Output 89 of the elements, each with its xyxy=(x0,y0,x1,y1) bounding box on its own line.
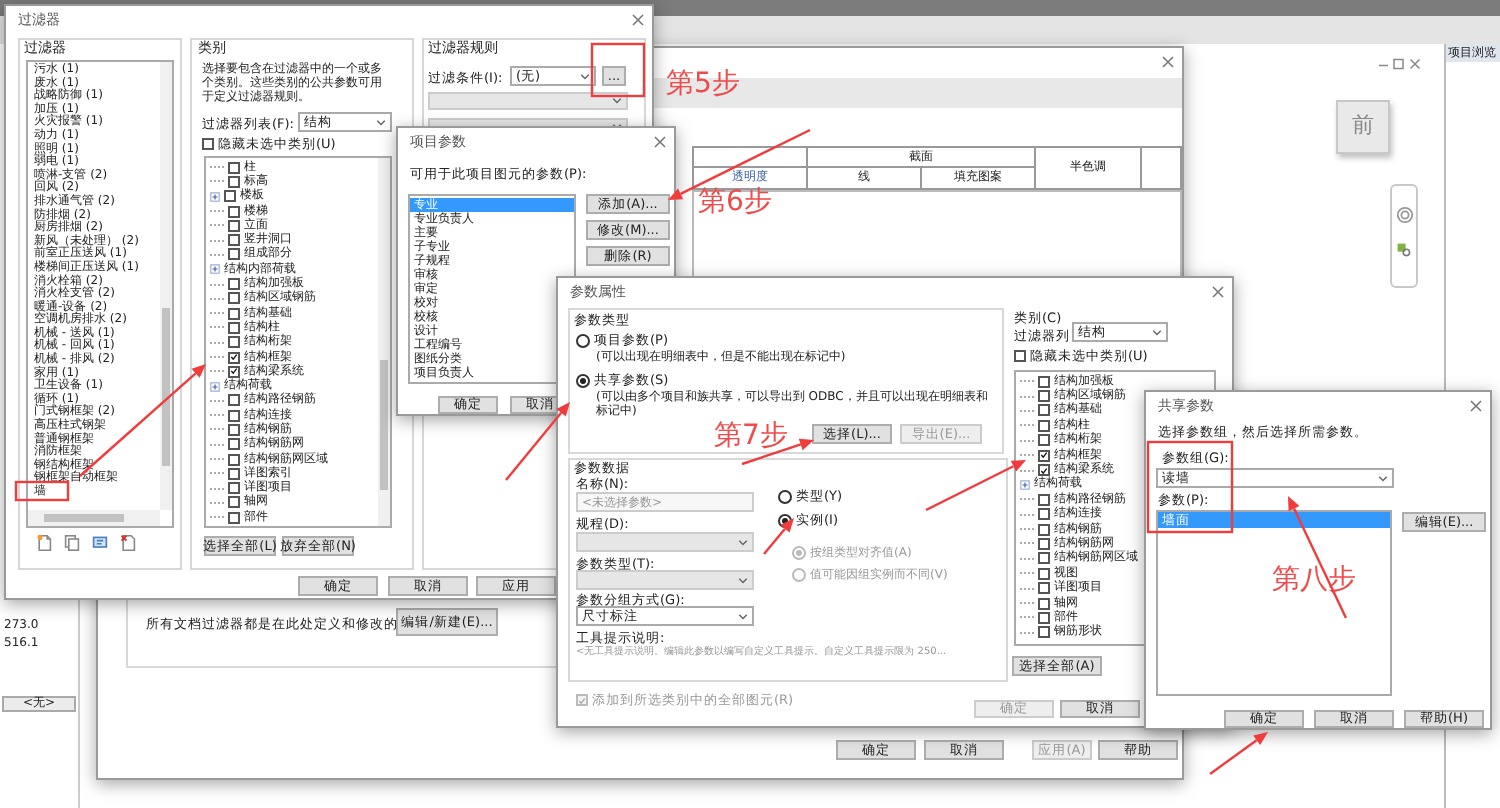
step-label: 第6步 xyxy=(698,188,772,216)
scrollbar-thumb[interactable] xyxy=(380,360,388,490)
checkbox[interactable] xyxy=(228,248,240,261)
expand-icon xyxy=(210,381,220,392)
checkbox[interactable] xyxy=(228,292,240,305)
checkbox[interactable] xyxy=(202,138,214,151)
checkbox[interactable] xyxy=(228,482,240,495)
dropdown[interactable] xyxy=(428,92,628,110)
checkbox[interactable] xyxy=(1038,404,1050,417)
checkbox[interactable] xyxy=(228,307,240,320)
step-label: 第5步 xyxy=(666,70,740,98)
checkbox[interactable] xyxy=(228,453,240,466)
expand-icon xyxy=(1020,479,1030,490)
rename-icon[interactable] xyxy=(92,534,108,552)
scrollbar-thumb[interactable] xyxy=(162,308,170,466)
close-icon xyxy=(632,14,644,26)
steering-wheel-icon xyxy=(1396,206,1414,224)
highlight-box xyxy=(590,42,646,98)
scrollbar[interactable] xyxy=(160,62,172,510)
radio-button[interactable] xyxy=(792,546,806,560)
checkbox[interactable] xyxy=(228,175,240,188)
checkbox[interactable] xyxy=(1038,626,1050,639)
step-label: 第7步 xyxy=(714,422,788,450)
checkbox[interactable] xyxy=(1038,508,1050,521)
chevron-icon xyxy=(738,539,748,545)
checkbox[interactable] xyxy=(1014,350,1026,363)
expand-icon xyxy=(210,264,220,275)
window-controls-icon xyxy=(1376,58,1424,70)
checkbox[interactable] xyxy=(228,278,240,291)
checkbox[interactable] xyxy=(1038,375,1050,388)
checkbox[interactable] xyxy=(228,438,240,451)
close-icon xyxy=(1162,56,1174,68)
checkbox[interactable] xyxy=(228,336,240,349)
scrollbar[interactable] xyxy=(378,158,390,526)
checkbox[interactable] xyxy=(1038,597,1050,610)
checkbox[interactable] xyxy=(1038,611,1050,624)
checkbox[interactable] xyxy=(228,496,240,509)
checkbox[interactable] xyxy=(228,511,240,524)
chevron-icon xyxy=(1152,329,1162,335)
checkbox[interactable] xyxy=(1038,419,1050,432)
checkbox[interactable] xyxy=(1038,537,1050,550)
scrollbar[interactable] xyxy=(28,510,160,526)
checkbox[interactable] xyxy=(228,351,240,363)
checkbox[interactable] xyxy=(1038,464,1050,477)
checkbox[interactable] xyxy=(1038,493,1050,506)
checkbox[interactable] xyxy=(228,205,240,218)
chevron-icon xyxy=(580,73,590,79)
chevron-icon xyxy=(738,613,748,619)
zoom-icon xyxy=(1396,242,1412,258)
radio-button[interactable] xyxy=(576,334,590,348)
checkbox[interactable] xyxy=(1038,523,1050,536)
chevron-icon xyxy=(612,98,622,104)
radio-button[interactable] xyxy=(792,568,806,582)
checkbox[interactable] xyxy=(228,365,240,378)
checkbox[interactable] xyxy=(1038,582,1050,595)
highlight-box xyxy=(14,480,70,502)
delete-icon[interactable] xyxy=(120,534,136,552)
arrow xyxy=(1209,732,1268,775)
radio-button[interactable] xyxy=(778,490,792,504)
checkbox[interactable] xyxy=(228,394,240,407)
checkbox[interactable] xyxy=(228,219,240,232)
checkbox[interactable] xyxy=(1038,434,1050,447)
checkbox[interactable] xyxy=(228,321,240,334)
checkbox[interactable] xyxy=(1038,390,1050,403)
chevron-icon xyxy=(376,119,386,125)
new-icon[interactable] xyxy=(36,534,52,552)
expand-icon xyxy=(210,191,220,202)
scrollbar-thumb[interactable] xyxy=(44,514,124,522)
close-icon xyxy=(1212,286,1224,298)
checkbox[interactable] xyxy=(228,423,240,436)
step-label: 第八步 xyxy=(1272,566,1356,594)
checkbox[interactable] xyxy=(228,467,240,480)
chevron-icon xyxy=(738,577,748,583)
checkbox[interactable] xyxy=(228,161,240,174)
checkbox[interactable] xyxy=(228,409,240,422)
chevron-icon xyxy=(1378,475,1388,481)
arrow xyxy=(925,460,1026,512)
radio-button[interactable] xyxy=(576,374,590,388)
checkbox[interactable] xyxy=(1038,552,1050,565)
checkbox[interactable] xyxy=(224,190,236,203)
close-icon xyxy=(654,136,666,148)
checkbox[interactable] xyxy=(576,694,588,707)
checkbox[interactable] xyxy=(1038,567,1050,580)
highlight-box xyxy=(1146,440,1234,534)
close-icon xyxy=(1470,400,1482,412)
checkbox[interactable] xyxy=(1038,449,1050,462)
duplicate-icon[interactable] xyxy=(64,534,80,552)
arrow xyxy=(763,518,794,555)
checkbox[interactable] xyxy=(228,234,240,247)
